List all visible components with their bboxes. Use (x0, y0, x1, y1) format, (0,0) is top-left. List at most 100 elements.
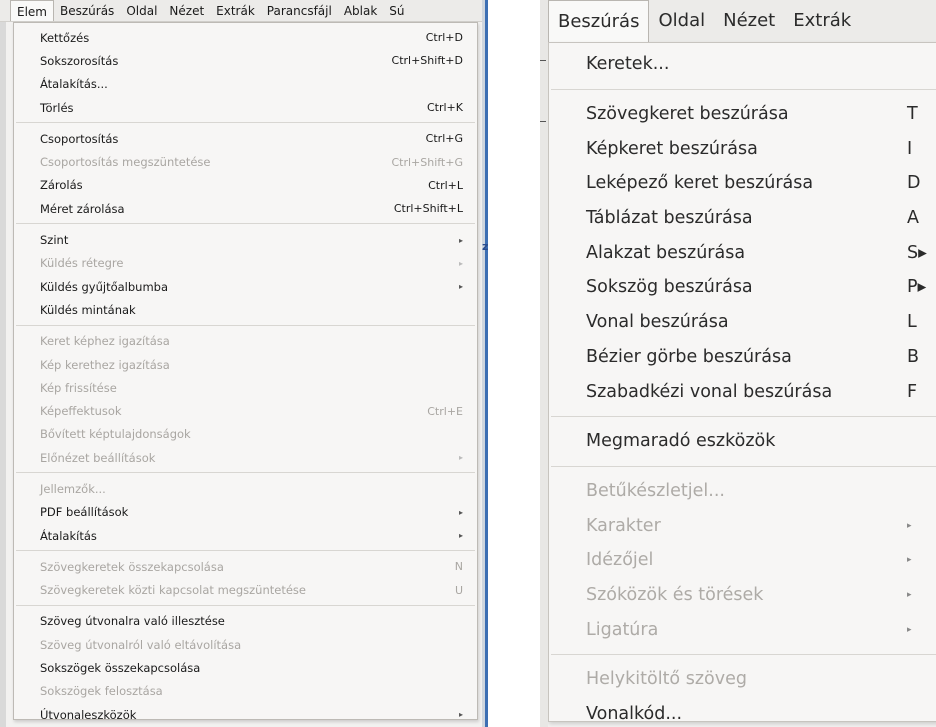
menu-item-pdf-beallitasok[interactable]: PDF beállítások ▸ (14, 501, 477, 524)
menu-item-shortcut: T (907, 104, 918, 125)
menu-item-label: Idézőjel (586, 550, 654, 571)
menu-item-label: Méret zárolása (40, 201, 125, 216)
menu-item-sokszorositas[interactable]: Sokszorosítás Ctrl+Shift+D (14, 49, 477, 72)
left-screenshot-panel: zé ElemBeszúrásOldalNézetExtrákParancsfá… (0, 0, 488, 727)
menubar-item-beszuras[interactable]: Beszúrás (54, 0, 120, 21)
menubar-item-su[interactable]: Sú (383, 0, 410, 21)
menu-item-label: Sokszög beszúrása (586, 277, 753, 298)
menubar-item-oldal[interactable]: Oldal (649, 0, 714, 42)
canvas-edge (540, 0, 548, 727)
menu-separator (16, 472, 475, 474)
menu-item-label: Leképező keret beszúrása (586, 173, 814, 194)
menu-item-shortcut: U (454, 583, 463, 597)
menubar-item-elem[interactable]: Elem (10, 0, 54, 21)
menu-item-label: Szövegkeretek közti kapcsolat megszüntet… (40, 583, 306, 598)
menu-item-sokszogek-osszekapcsolasa[interactable]: Sokszögek összekapcsolása (14, 656, 477, 679)
menu-item-vonalkod[interactable]: Vonalkód... (549, 697, 936, 727)
menubar-item-oldal[interactable]: Oldal (120, 0, 163, 21)
menu-item-alakzat-beszurasa[interactable]: Alakzat beszúrása S▸ (549, 235, 936, 270)
menu-item-label: Keretek... (586, 54, 670, 75)
menu-item-atalakitas[interactable]: Átalakítás... (14, 73, 477, 96)
menu-item-label: Küldés rétegre (40, 256, 124, 271)
menu-item-szoveg-utvonalrol-valo-eltavolitasa: Szöveg útvonalról való eltávolítása (14, 633, 477, 656)
menu-item-kuldes-gyujtoalbumba[interactable]: Küldés gyűjtőalbumba ▸ (14, 275, 477, 298)
menu-item-kuldes-mintanak[interactable]: Küldés mintának (14, 298, 477, 321)
submenu-arrow-icon: ▸ (458, 507, 463, 517)
menu-item-kepkeret-beszurasa[interactable]: Képkeret beszúrása I (549, 131, 936, 166)
menu-item-bezier-gorbe-beszurasa[interactable]: Bézier görbe beszúrása B (549, 340, 936, 375)
menu-item-label: Szöveg útvonalra való illesztése (40, 614, 225, 629)
menu-item-sokszog-beszurasa[interactable]: Sokszög beszúrása P▸ (549, 270, 936, 305)
menu-separator (551, 465, 936, 467)
right-screenshot-panel: Beszúrás Oldal Nézet Extrák Keretek... Szöve… (540, 0, 936, 727)
submenu-arrow-icon: ▸ (907, 555, 912, 566)
menu-item-tablazat-beszurasa[interactable]: Táblázat beszúrása A (549, 201, 936, 236)
menu-item-shortcut: Ctrl+Shift+L (393, 202, 463, 216)
menu-item-kettozes[interactable]: Kettőzés Ctrl+D (14, 26, 477, 49)
menu-item-lekepezo-keret-beszurasa[interactable]: Leképező keret beszúrása D (549, 166, 936, 201)
menu-item-label: Betűkészletjel... (586, 480, 725, 501)
menu-item-utvonaleszkozok[interactable]: Útvonaleszközök ▸ (14, 703, 477, 726)
menu-separator (551, 654, 936, 655)
menu-item-kep-frissitese: Kép frissítése (14, 376, 477, 399)
menu-item-label: Csoportosítás (40, 131, 119, 146)
menu-item-label: Szint (40, 233, 69, 248)
menu-item-label: Sokszögek összekapcsolása (40, 661, 201, 676)
menu-item-torles[interactable]: Törlés Ctrl+K (14, 96, 477, 119)
menu-item-megmarado-eszkozok[interactable]: Megmaradó eszközök (549, 424, 936, 459)
menu-item-shortcut: I (907, 138, 913, 159)
menu-item-shortcut: Ctrl+Shift+G (391, 155, 463, 169)
menu-item-jellemzok: Jellemzők... (14, 477, 477, 500)
menu-item-kuldes-retegre: Küldés rétegre ▸ (14, 252, 477, 275)
menu-item-vonal-beszurasa[interactable]: Vonal beszúrása L (549, 305, 936, 340)
menu-item-atalakitas[interactable]: Átalakítás ▸ (14, 524, 477, 547)
menu-item-csoportositas[interactable]: Csoportosítás Ctrl+G (14, 127, 477, 150)
menu-item-szoveg-utvonalra-valo-illesztese[interactable]: Szöveg útvonalra való illesztése (14, 610, 477, 633)
menubar-item-nezet[interactable]: Nézet (163, 0, 210, 21)
submenu-arrow-icon: ▸ (458, 282, 463, 292)
menu-item-label: Szövegkeret beszúrása (586, 104, 789, 125)
menu-item-label: Vonal beszúrása (586, 312, 729, 333)
menu-item-shortcut: F (907, 381, 918, 402)
menu-item-label: Bővített képtulajdonságok (40, 427, 191, 442)
menu-item-label: Képkeret beszúrása (586, 138, 758, 159)
menu-item-label: Alakzat beszúrása (586, 242, 746, 263)
menu-item-shortcut: Ctrl+Shift+D (391, 54, 463, 68)
menu-item-label: Vonalkód... (586, 704, 683, 725)
menu-item-shortcut: Ctrl+E (427, 404, 463, 418)
menu-bar: Elem Beszúrás Oldal Nézet Extrák Parancsfájl A… (0, 0, 482, 22)
submenu-arrow-icon: ▸ (907, 589, 912, 600)
menu-item-szovegkeret-beszurasa[interactable]: Szövegkeret beszúrása T (549, 97, 936, 132)
menu-item-label: Karakter (586, 515, 661, 536)
menu-bar-zoomed: Beszúrás Oldal Nézet Extrák (540, 0, 936, 43)
menubar-item-nezet[interactable]: Nézet (714, 0, 784, 42)
menubar-item-parancsfajl[interactable]: Parancsfájl (261, 0, 338, 21)
menu-item-ligatura: Ligatúra ▸ (549, 612, 936, 647)
menu-item-label: Kép frissítése (40, 380, 117, 395)
menu-item-zarolas[interactable]: Zárolás Ctrl+L (14, 174, 477, 197)
menu-item-label: Bézier görbe beszúrása (586, 346, 792, 367)
beszuras-dropdown-menu: Keretek... Szövegkeret beszúrása T Képkeret… (548, 42, 936, 724)
menubar-item-ablak[interactable]: Ablak (338, 0, 383, 21)
menu-item-shortcut: Ctrl+K (426, 101, 463, 115)
menubar-item-extrak[interactable]: Extrák (210, 0, 261, 21)
menu-item-label: Jellemzők... (40, 481, 106, 496)
menu-item-keretek[interactable]: Keretek... (549, 47, 936, 82)
menu-item-helykitolto-szoveg: Helykitöltő szöveg (549, 662, 936, 697)
submenu-arrow-icon: ▸ (458, 258, 463, 268)
menu-item-label: Küldés gyűjtőalbumba (40, 279, 168, 294)
menu-item-label: Szöveg útvonalról való eltávolítása (40, 637, 242, 652)
menubar-item-extrak[interactable]: Extrák (784, 0, 860, 42)
menu-item-label: Csoportosítás megszüntetése (40, 155, 211, 170)
menu-item-szabadkezi-vonal-beszurasa[interactable]: Szabadkézi vonal beszúrása F (549, 374, 936, 409)
menu-item-shortcut: Ctrl+L (428, 178, 463, 192)
menu-item-szint[interactable]: Szint ▸ (14, 228, 477, 251)
menu-item-label: Szövegkeretek összekapcsolása (40, 559, 224, 574)
menu-item-meret-zarolasa[interactable]: Méret zárolása Ctrl+Shift+L (14, 197, 477, 220)
menu-item-kep-kerethez-igazitasa: Kép kerethez igazítása (14, 353, 477, 376)
menu-item-label: Képeffektusok (40, 404, 122, 419)
menu-item-label: Kép kerethez igazítása (40, 357, 170, 372)
menubar-item-beszuras[interactable]: Beszúrás (548, 0, 650, 42)
menu-item-szokozok-es-toresek: Szóközök és törések ▸ (549, 578, 936, 613)
menu-item-idezojel: Idézőjel ▸ (549, 543, 936, 578)
